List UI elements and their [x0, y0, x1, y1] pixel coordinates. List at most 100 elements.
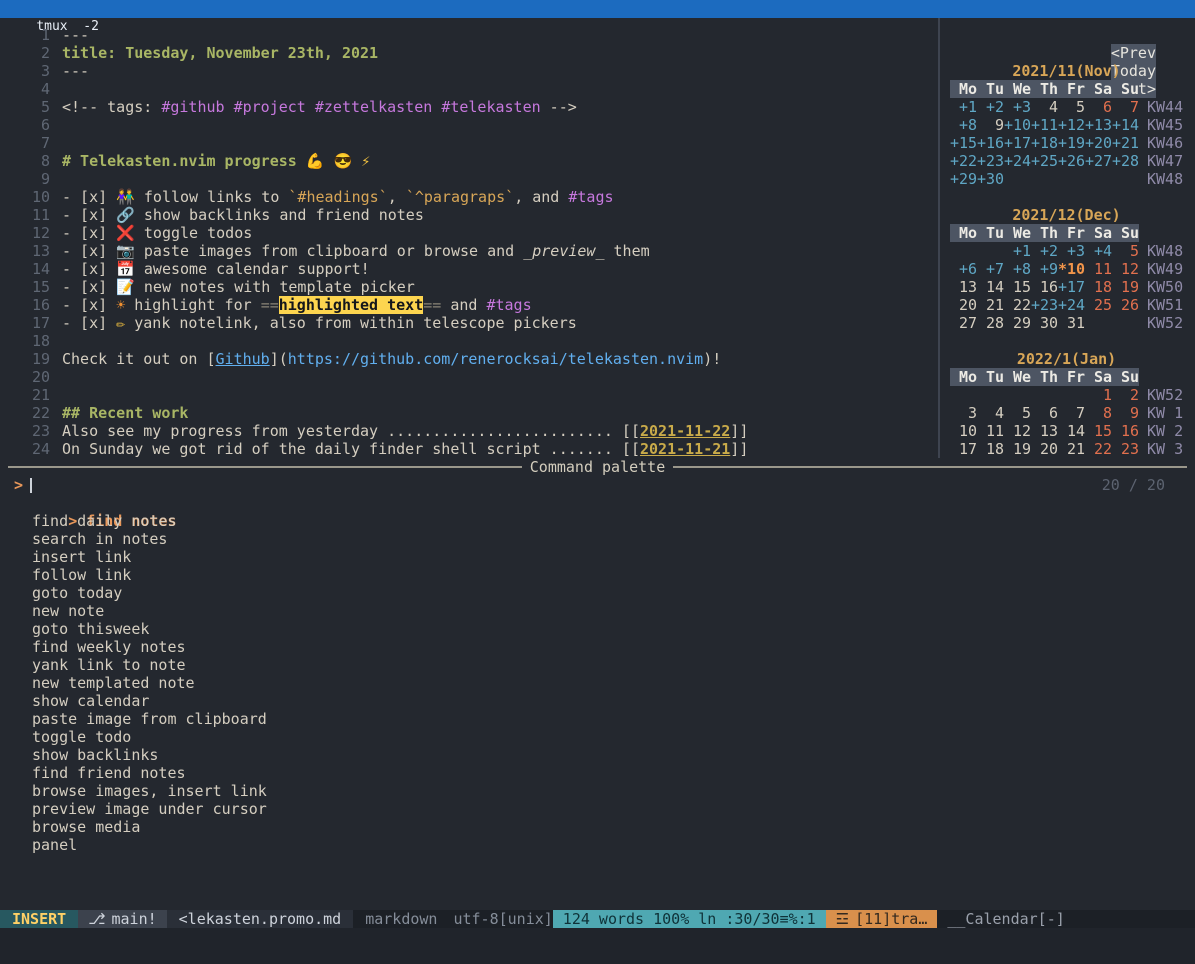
calendar-day[interactable]: +24: [1004, 152, 1031, 170]
palette-item[interactable]: yank link to note: [0, 656, 1195, 674]
calendar-day[interactable]: +16: [977, 134, 1004, 152]
editor-line[interactable]: 9: [8, 170, 938, 188]
calendar-day[interactable]: +27: [1085, 152, 1112, 170]
calendar-day[interactable]: 3: [950, 404, 977, 422]
calendar-day[interactable]: 16: [1112, 422, 1139, 440]
calendar-day[interactable]: 5: [1112, 242, 1139, 260]
calendar-day[interactable]: +13: [1085, 116, 1112, 134]
calendar-day[interactable]: 19: [1004, 440, 1031, 458]
editor-line[interactable]: 8# Telekasten.nvim progress 💪 😎 ⚡: [8, 152, 938, 170]
calendar-day[interactable]: +11: [1031, 116, 1058, 134]
calendar-day[interactable]: 14: [977, 278, 1004, 296]
calendar-day[interactable]: 6: [1031, 404, 1058, 422]
calendar-day[interactable]: +12: [1058, 116, 1085, 134]
calendar-day[interactable]: +1: [950, 98, 977, 116]
palette-item[interactable]: show calendar: [0, 692, 1195, 710]
palette-item[interactable]: goto thisweek: [0, 620, 1195, 638]
calendar-day[interactable]: 30: [1031, 314, 1058, 332]
calendar-day[interactable]: 2: [1112, 386, 1139, 404]
calendar-day[interactable]: 19: [1112, 278, 1139, 296]
calendar-day[interactable]: 18: [1085, 278, 1112, 296]
editor-line[interactable]: 17- [x] ✏ yank notelink, also from withi…: [8, 314, 938, 332]
calendar-day[interactable]: 20: [1031, 440, 1058, 458]
palette-item[interactable]: find friend notes: [0, 764, 1195, 782]
calendar-day[interactable]: 31: [1058, 314, 1085, 332]
calendar-day[interactable]: 4: [977, 404, 1004, 422]
calendar-day[interactable]: 9: [1112, 404, 1139, 422]
calendar-day[interactable]: 12: [1004, 422, 1031, 440]
palette-item[interactable]: toggle todo: [0, 728, 1195, 746]
editor-pane[interactable]: 1---2title: Tuesday, November 23th, 2021…: [0, 18, 938, 458]
calendar-day[interactable]: *10: [1058, 260, 1085, 278]
calendar-day[interactable]: +20: [1085, 134, 1112, 152]
editor-line[interactable]: 16- [x] ☀ highlight for ==highlighted te…: [8, 296, 938, 314]
editor-line[interactable]: 24On Sunday we got rid of the daily find…: [8, 440, 938, 458]
calendar-day[interactable]: 7: [1058, 404, 1085, 422]
calendar-day[interactable]: +8: [1004, 260, 1031, 278]
calendar-day[interactable]: 17: [950, 440, 977, 458]
calendar-day[interactable]: +4: [1085, 242, 1112, 260]
editor-line[interactable]: 13- [x] 📷 paste images from clipboard or…: [8, 242, 938, 260]
calendar-day[interactable]: +3: [1058, 242, 1085, 260]
calendar-day[interactable]: +14: [1112, 116, 1139, 134]
calendar-day[interactable]: 5: [1058, 98, 1085, 116]
calendar-day[interactable]: 6: [1085, 98, 1112, 116]
calendar-day[interactable]: 11: [977, 422, 1004, 440]
calendar-day[interactable]: 16: [1031, 278, 1058, 296]
editor-line[interactable]: 12- [x] ❌ toggle todos: [8, 224, 938, 242]
palette-item[interactable]: find daily notes: [0, 512, 1195, 530]
calendar-day[interactable]: 11: [1085, 260, 1112, 278]
calendar-day[interactable]: 26: [1112, 296, 1139, 314]
palette-item[interactable]: preview image under cursor: [0, 800, 1195, 818]
calendar-day[interactable]: +3: [1004, 98, 1031, 116]
palette-item[interactable]: new templated note: [0, 674, 1195, 692]
editor-line[interactable]: 2title: Tuesday, November 23th, 2021: [8, 44, 938, 62]
calendar-day[interactable]: +30: [977, 170, 1004, 188]
calendar-day[interactable]: 15: [1004, 278, 1031, 296]
palette-item[interactable]: browse media: [0, 818, 1195, 836]
editor-line[interactable]: 22## Recent work: [8, 404, 938, 422]
calendar-day[interactable]: 21: [977, 296, 1004, 314]
calendar-day[interactable]: +2: [1031, 242, 1058, 260]
calendar-day[interactable]: 1: [1085, 386, 1112, 404]
calendar-day[interactable]: 14: [1058, 422, 1085, 440]
editor-line[interactable]: 15- [x] 📝 new notes with template picker: [8, 278, 938, 296]
calendar-day[interactable]: +28: [1112, 152, 1139, 170]
editor-line[interactable]: 10- [x] 👫 follow links to `#headings`, `…: [8, 188, 938, 206]
calendar-day[interactable]: 10: [950, 422, 977, 440]
editor-line[interactable]: 23Also see my progress from yesterday ..…: [8, 422, 938, 440]
calendar-day[interactable]: 21: [1058, 440, 1085, 458]
calendar-day[interactable]: 15: [1085, 422, 1112, 440]
editor-line[interactable]: 5<!-- tags: #github #project #zettelkast…: [8, 98, 938, 116]
calendar-day[interactable]: +10: [1004, 116, 1031, 134]
calendar-day[interactable]: 9: [977, 116, 1004, 134]
calendar-day[interactable]: +2: [977, 98, 1004, 116]
calendar-day[interactable]: +1: [1004, 242, 1031, 260]
calendar-day[interactable]: +25: [1031, 152, 1058, 170]
calendar-day[interactable]: +19: [1058, 134, 1085, 152]
calendar-day[interactable]: +18: [1031, 134, 1058, 152]
editor-line[interactable]: 11- [x] 🔗 show backlinks and friend note…: [8, 206, 938, 224]
editor-line[interactable]: 7: [8, 134, 938, 152]
calendar-day[interactable]: +7: [977, 260, 1004, 278]
calendar-prev-button[interactable]: <Prev: [1111, 44, 1156, 62]
calendar-day[interactable]: +26: [1058, 152, 1085, 170]
editor-line[interactable]: 14- [x] 📅 awesome calendar support!: [8, 260, 938, 278]
palette-item[interactable]: search in notes: [0, 530, 1195, 548]
editor-line[interactable]: 6: [8, 116, 938, 134]
palette-item[interactable]: show backlinks: [0, 746, 1195, 764]
calendar-day[interactable]: +6: [950, 260, 977, 278]
palette-item[interactable]: new note: [0, 602, 1195, 620]
calendar-day[interactable]: +22: [950, 152, 977, 170]
calendar-day[interactable]: 29: [1004, 314, 1031, 332]
calendar-day[interactable]: 28: [977, 314, 1004, 332]
palette-item[interactable]: panel: [0, 836, 1195, 854]
palette-item[interactable]: browse images, insert link: [0, 782, 1195, 800]
calendar-day[interactable]: +24: [1058, 296, 1085, 314]
calendar-day[interactable]: +23: [977, 152, 1004, 170]
editor-line[interactable]: 4: [8, 80, 938, 98]
calendar-day[interactable]: 22: [1004, 296, 1031, 314]
calendar-day[interactable]: +17: [1058, 278, 1085, 296]
editor-line[interactable]: 18: [8, 332, 938, 350]
editor-line[interactable]: 1---: [8, 26, 938, 44]
